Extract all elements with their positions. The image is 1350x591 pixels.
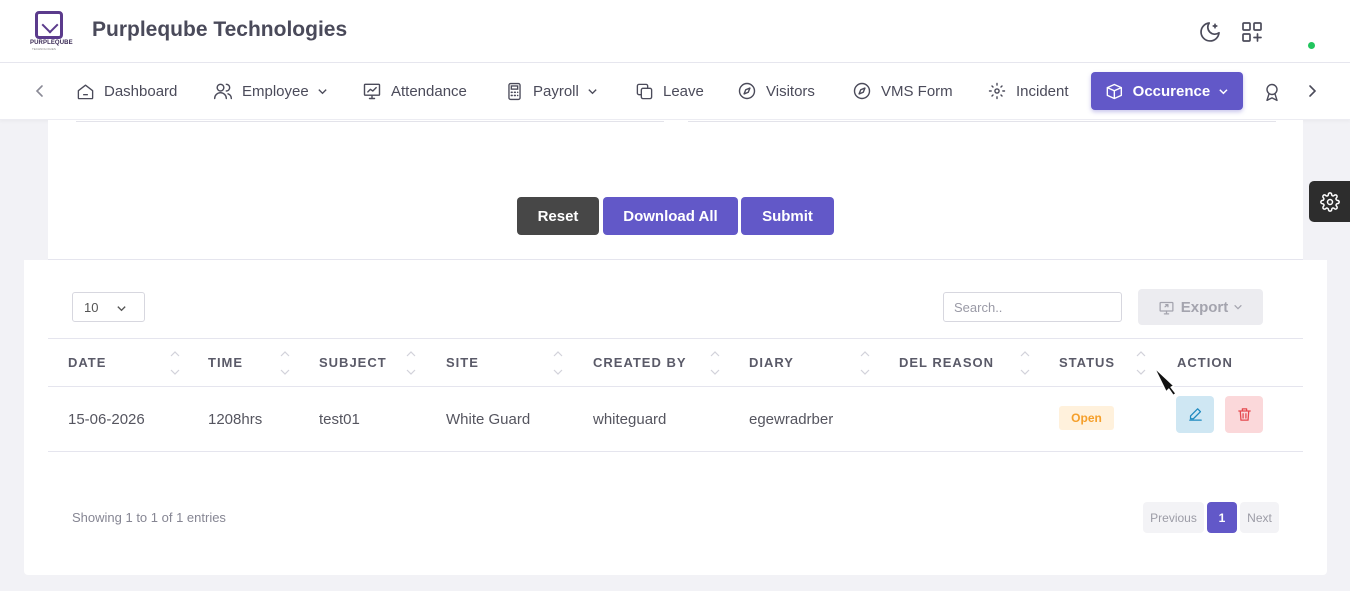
column-header-date[interactable]: DATE (68, 339, 106, 386)
top-header: PURPLEQUBE TECHNOLOGIES Purpleqube Techn… (0, 0, 1350, 63)
pagination-previous[interactable]: Previous (1143, 502, 1204, 533)
chevron-down-icon (1219, 88, 1228, 94)
nav-item-dashboard[interactable]: Dashboard (76, 72, 177, 110)
search-input[interactable] (943, 292, 1122, 322)
export-label: Export (1180, 298, 1229, 316)
delete-button[interactable] (1225, 396, 1263, 433)
table-row: 15-06-2026 1208hrs test01 White Guard wh… (48, 387, 1303, 452)
company-logo[interactable]: PURPLEQUBE TECHNOLOGIES (30, 11, 73, 51)
nav-item-occurence[interactable]: Occurence (1091, 72, 1243, 110)
box-icon (1106, 83, 1123, 99)
sort-icon[interactable] (280, 349, 290, 377)
nav-item-leave[interactable]: Leave (635, 72, 704, 110)
chart-monitor-icon (363, 83, 381, 100)
nav-scroll-right-icon[interactable] (1302, 81, 1322, 101)
chevron-down-icon (588, 88, 597, 94)
nav-item-incident[interactable]: Incident (987, 72, 1069, 110)
column-header-del-reason[interactable]: DEL REASON (899, 339, 994, 386)
column-header-diary[interactable]: DIARY (749, 339, 794, 386)
occurence-table-card: 10 Export DATE TIME SUBJECT SITE CREATED… (24, 260, 1327, 575)
chevron-down-icon (1234, 304, 1243, 310)
gear-icon (1319, 191, 1340, 212)
compass-icon (853, 82, 871, 100)
sort-icon[interactable] (1020, 349, 1030, 377)
calculator-icon (508, 82, 521, 100)
nav-item-attendance[interactable]: Attendance (362, 72, 467, 110)
logo-subtext: TECHNOLOGIES (32, 47, 56, 51)
column-header-created-by[interactable]: CREATED BY (593, 339, 687, 386)
mouse-cursor-icon (1153, 366, 1177, 397)
nav-label: Payroll (533, 82, 579, 100)
form-field-edge (76, 120, 664, 122)
page-length-select[interactable]: 10 (72, 292, 145, 322)
trash-icon (1237, 408, 1251, 421)
logo-mark (35, 11, 63, 39)
company-name: Purpleqube Technologies (92, 18, 348, 41)
nav-scroll-left-icon[interactable] (30, 81, 50, 101)
cell-diary: egewradrber (749, 410, 834, 428)
nav-item-employee[interactable]: Employee (213, 72, 328, 110)
submit-button[interactable]: Submit (741, 197, 834, 235)
cell-time: 1208hrs (208, 410, 263, 428)
nav-item-payroll[interactable]: Payroll (505, 72, 598, 110)
cell-created-by: whiteguard (593, 410, 667, 428)
nav-label: Visitors (766, 82, 815, 100)
sort-icon[interactable] (553, 349, 563, 377)
column-header-status[interactable]: STATUS (1059, 339, 1115, 386)
cell-subject: test01 (319, 410, 360, 428)
status-badge: Open (1059, 406, 1114, 430)
pagination-next[interactable]: Next (1240, 502, 1279, 533)
main-nav: Dashboard Employee Attendance Payroll Le… (0, 63, 1350, 120)
edit-icon (1188, 408, 1202, 421)
copy-icon (636, 83, 653, 99)
nav-label: Employee (242, 82, 309, 100)
nav-label: Leave (663, 82, 704, 100)
pagination-page-1[interactable]: 1 (1207, 502, 1237, 533)
reset-button[interactable]: Reset (517, 197, 599, 235)
nav-label: Dashboard (104, 82, 178, 100)
focus-icon (988, 82, 1006, 100)
apps-grid-icon[interactable] (1240, 20, 1264, 44)
award-icon[interactable] (1262, 82, 1282, 102)
table-header: DATE TIME SUBJECT SITE CREATED BY DIARY … (48, 338, 1303, 387)
users-icon (213, 83, 233, 100)
nav-label: Incident (1016, 82, 1069, 100)
online-status-dot (1308, 42, 1315, 49)
cell-date: 15-06-2026 (68, 410, 145, 428)
sort-icon[interactable] (1136, 349, 1146, 377)
edit-button[interactable] (1176, 396, 1214, 433)
settings-panel-toggle[interactable] (1309, 181, 1350, 222)
table-info: Showing 1 to 1 of 1 entries (72, 510, 226, 525)
home-icon (77, 83, 94, 99)
sort-icon[interactable] (860, 349, 870, 377)
sort-icon[interactable] (406, 349, 416, 377)
sort-icon[interactable] (170, 349, 180, 377)
form-field-edge (688, 120, 1276, 122)
page-length-value: 10 (84, 299, 99, 315)
column-header-subject[interactable]: SUBJECT (319, 339, 387, 386)
chevron-down-icon (117, 306, 126, 312)
nav-label: Attendance (391, 82, 467, 100)
chevron-down-icon (318, 88, 327, 94)
export-icon (1159, 301, 1174, 315)
export-button[interactable]: Export (1138, 289, 1263, 325)
nav-item-visitors[interactable]: Visitors (737, 72, 815, 110)
cell-site: White Guard (446, 410, 531, 428)
column-header-site[interactable]: SITE (446, 339, 479, 386)
sort-icon[interactable] (710, 349, 720, 377)
nav-label: VMS Form (881, 82, 953, 100)
nav-item-vms-form[interactable]: VMS Form (852, 72, 953, 110)
logo-text: PURPLEQUBE (30, 40, 73, 46)
download-all-button[interactable]: Download All (603, 197, 738, 235)
compass-icon (738, 82, 756, 100)
form-card: Reset Download All Submit (48, 120, 1303, 260)
column-header-action: ACTION (1177, 355, 1233, 370)
nav-label: Occurence (1132, 82, 1211, 100)
column-header-time[interactable]: TIME (208, 339, 243, 386)
moon-icon[interactable] (1198, 20, 1222, 44)
